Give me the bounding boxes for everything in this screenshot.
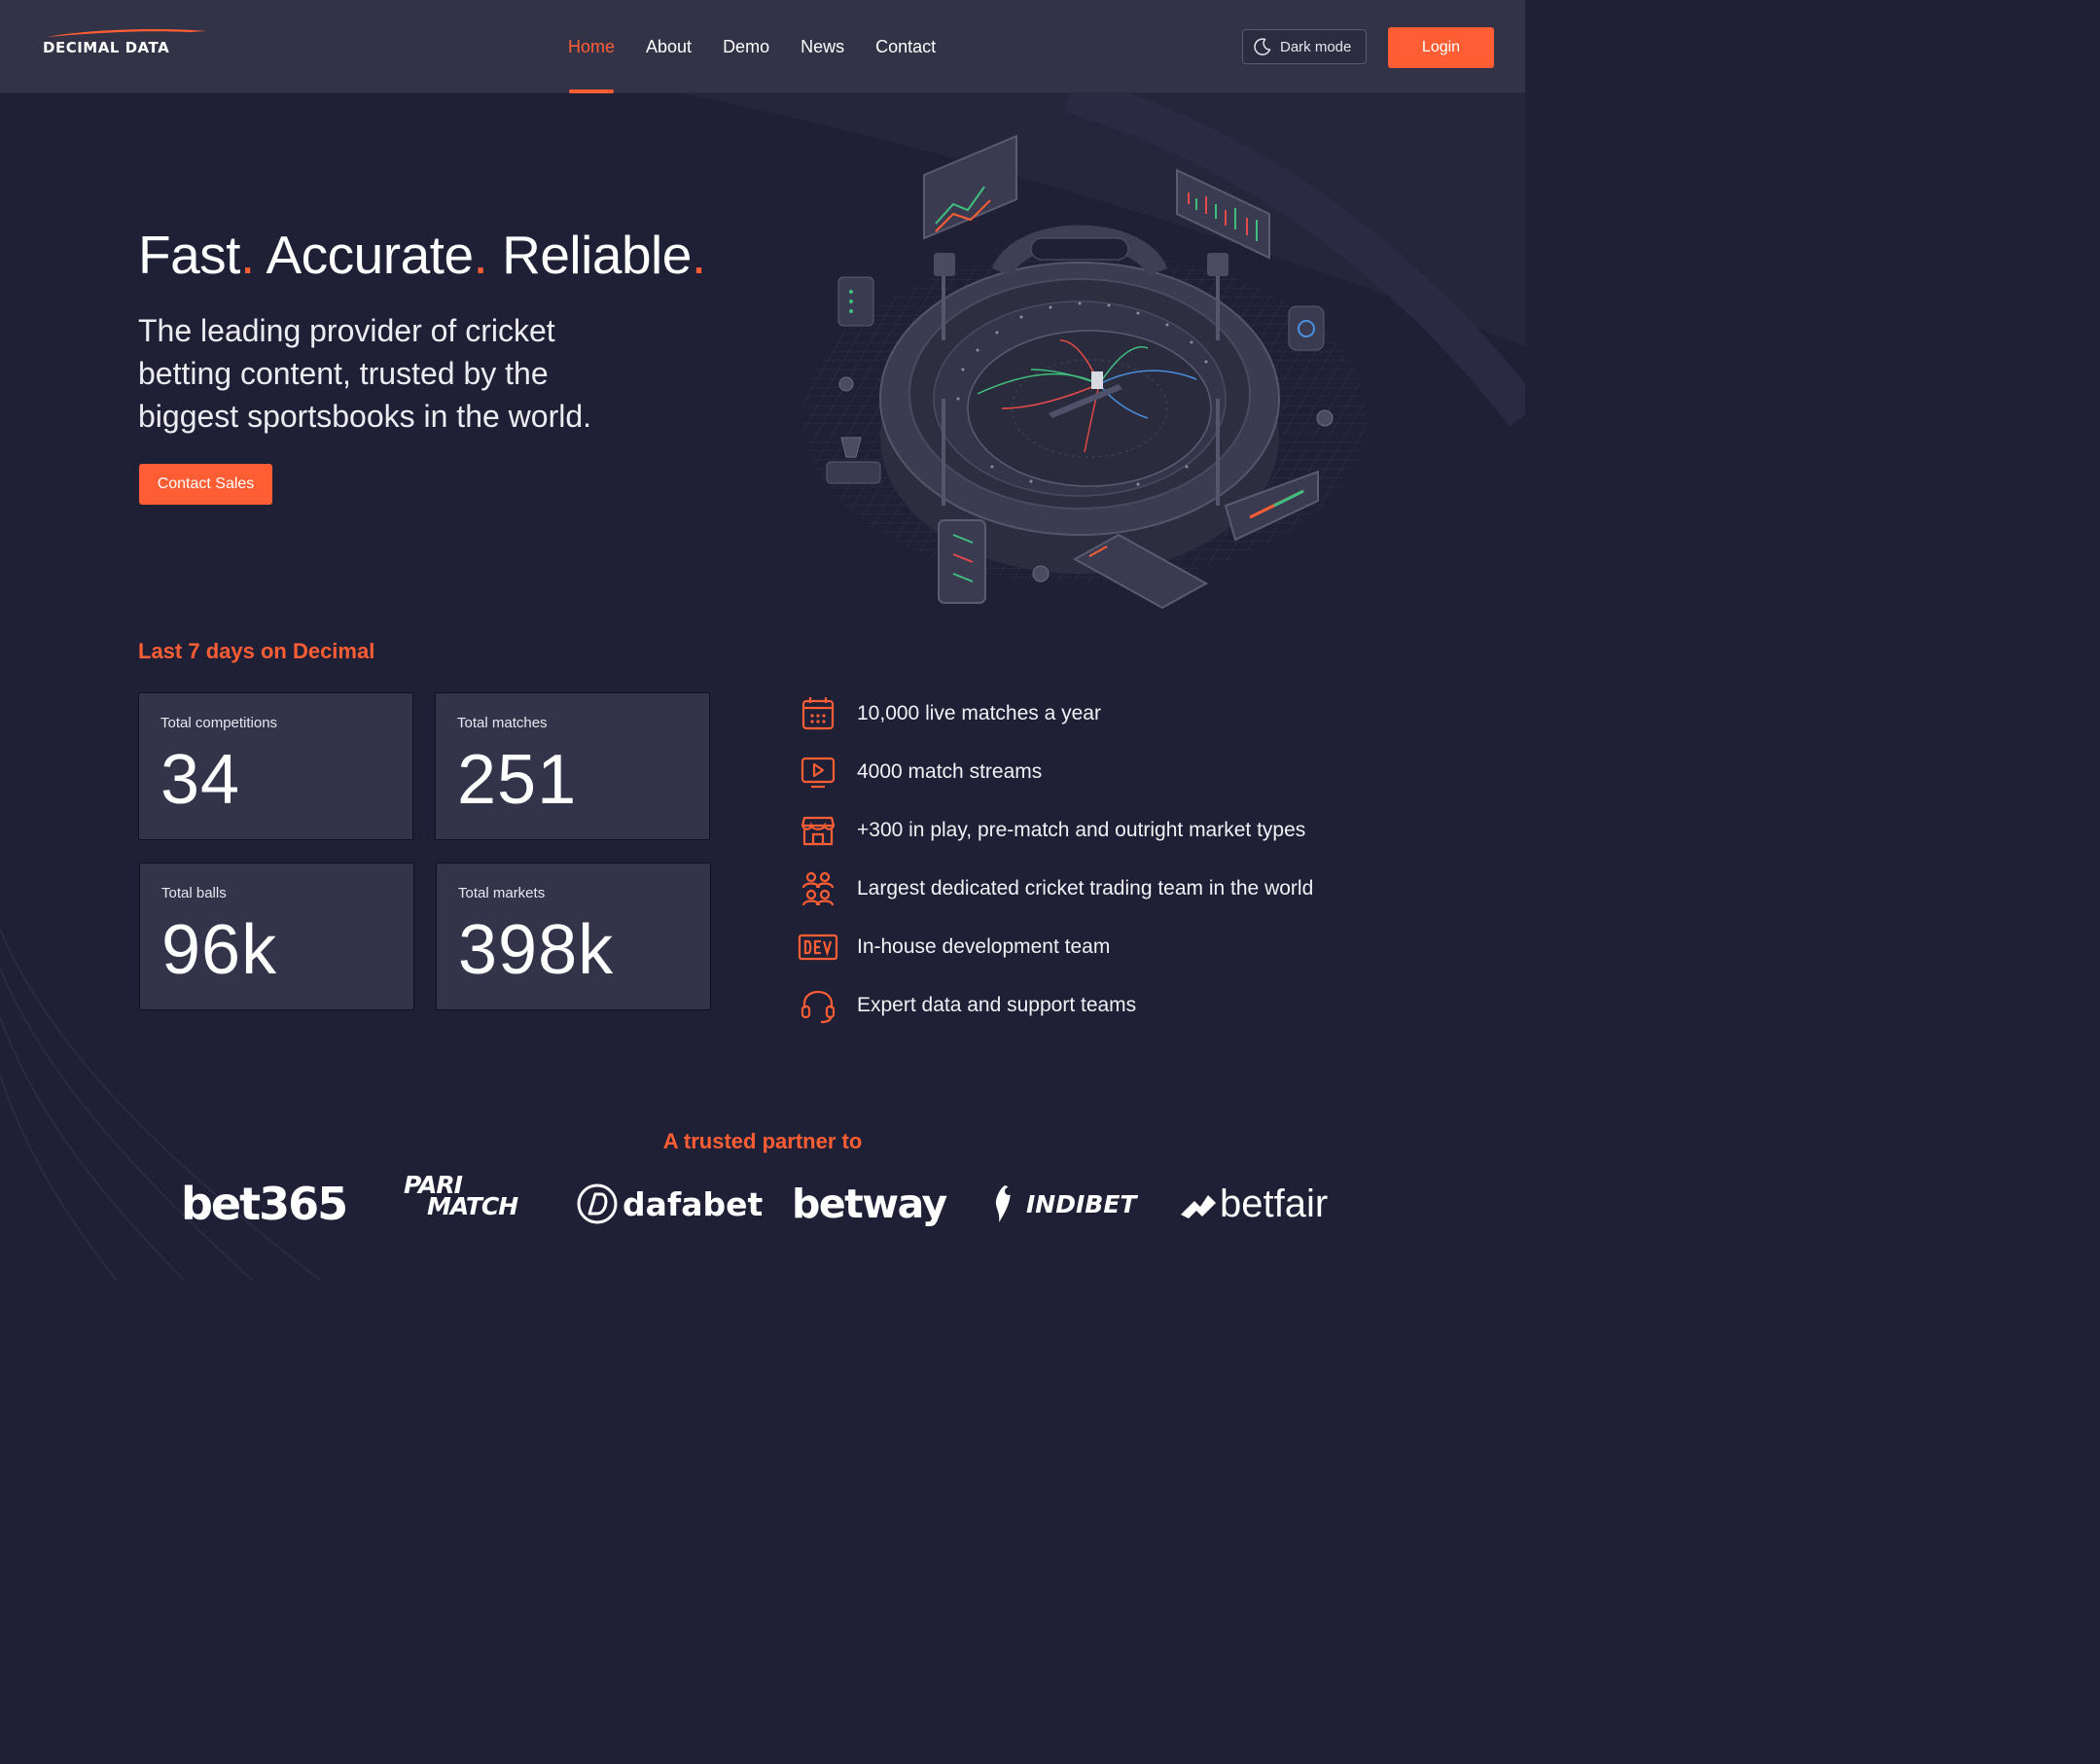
partner-logo-text: betway bbox=[792, 1181, 947, 1227]
stats-heading: Last 7 days on Decimal bbox=[138, 639, 375, 663]
stat-value: 251 bbox=[457, 741, 578, 819]
stat-card-competitions: Total competitions 34 bbox=[138, 692, 413, 840]
stat-value: 96k bbox=[161, 911, 278, 989]
hero-title-word-3: Reliable bbox=[502, 225, 692, 285]
betfair-arrow-icon bbox=[1181, 1195, 1216, 1218]
hero-title-dot: . bbox=[473, 225, 488, 285]
stat-label: Total balls bbox=[161, 885, 227, 901]
partner-logo-indibet[interactable]: INDIBET bbox=[985, 1175, 1136, 1233]
stat-card-markets: Total markets 398k bbox=[436, 863, 711, 1010]
feature-item: 4000 match streams bbox=[798, 749, 1042, 795]
feature-text: +300 in play, pre-match and outright mar… bbox=[857, 819, 1306, 841]
stat-label: Total matches bbox=[457, 715, 548, 731]
feature-item: Largest dedicated cricket trading team i… bbox=[798, 865, 1313, 912]
feature-item: Expert data and support teams bbox=[798, 982, 1136, 1029]
headset-icon bbox=[798, 985, 838, 1026]
video-play-icon bbox=[798, 752, 838, 793]
partner-logo-text: betfair bbox=[1220, 1182, 1329, 1225]
feature-text: Expert data and support teams bbox=[857, 994, 1137, 1016]
logo-text: DECIMAL DATA bbox=[43, 39, 170, 56]
stat-card-balls: Total balls 96k bbox=[139, 863, 414, 1010]
feature-item: In-house development team bbox=[798, 924, 1110, 970]
partner-logo-dafabet[interactable]: dafabet bbox=[576, 1175, 763, 1233]
partner-logo-text: INDIBET bbox=[1026, 1189, 1137, 1218]
decimal-data-logo[interactable]: DECIMAL DATA bbox=[43, 27, 210, 58]
storefront-icon bbox=[798, 810, 838, 851]
partner-logo-text: bet365 bbox=[181, 1178, 348, 1230]
stat-card-matches: Total matches 251 bbox=[435, 692, 710, 840]
main-nav: Home About Demo News Contact bbox=[552, 0, 951, 93]
logo-swoosh-icon bbox=[47, 29, 206, 37]
hero-title-word-1: Fast bbox=[138, 225, 240, 285]
stat-label: Total markets bbox=[458, 885, 546, 901]
hero-subtitle: The leading provider of cricket betting … bbox=[138, 313, 592, 434]
feature-text: 4000 match streams bbox=[857, 760, 1043, 783]
cricket-stadium-illustration bbox=[802, 134, 1367, 610]
dev-icon bbox=[798, 927, 838, 968]
feature-text: Largest dedicated cricket trading team i… bbox=[857, 877, 1314, 900]
feature-text: In-house development team bbox=[857, 935, 1111, 958]
feature-item: 10,000 live matches a year bbox=[798, 690, 1101, 737]
dark-mode-toggle[interactable]: Dark mode bbox=[1242, 29, 1367, 64]
partner-logo-bet365[interactable]: bet365 bbox=[181, 1175, 348, 1233]
contact-sales-button[interactable]: Contact Sales bbox=[139, 464, 272, 505]
hero-title-dot: . bbox=[691, 225, 706, 285]
nav-news[interactable]: News bbox=[785, 0, 860, 93]
partner-logo-betway[interactable]: betway bbox=[792, 1175, 947, 1233]
partner-logo-betfair[interactable]: betfair bbox=[1179, 1175, 1328, 1233]
indibet-emblem-icon bbox=[995, 1185, 1013, 1222]
partner-logo-text: dafabet bbox=[623, 1184, 764, 1223]
partner-logo-text: MATCH bbox=[427, 1192, 518, 1220]
nav-demo[interactable]: Demo bbox=[707, 0, 785, 93]
hero-title: Fast. Accurate. Reliable. bbox=[138, 224, 706, 286]
hero-title-word-2: Accurate bbox=[266, 225, 475, 285]
nav-contact[interactable]: Contact bbox=[860, 0, 951, 93]
nav-home[interactable]: Home bbox=[552, 0, 630, 93]
dark-mode-label: Dark mode bbox=[1280, 38, 1352, 55]
moon-icon bbox=[1254, 38, 1271, 55]
feature-item: +300 in play, pre-match and outright mar… bbox=[798, 807, 1305, 854]
hero-title-dot: . bbox=[239, 225, 255, 285]
login-button[interactable]: Login bbox=[1388, 27, 1494, 68]
team-icon bbox=[798, 868, 838, 909]
dafabet-emblem-icon bbox=[577, 1183, 618, 1224]
partners-heading: A trusted partner to bbox=[662, 1129, 863, 1153]
stat-label: Total competitions bbox=[160, 715, 278, 731]
stat-value: 398k bbox=[458, 911, 615, 989]
stat-value: 34 bbox=[160, 741, 241, 819]
partner-logo-parimatch[interactable]: PARI MATCH bbox=[392, 1173, 518, 1233]
feature-text: 10,000 live matches a year bbox=[857, 702, 1101, 724]
top-navbar: DECIMAL DATA Home About Demo News Contac… bbox=[0, 0, 1525, 93]
calendar-icon bbox=[798, 693, 838, 734]
nav-about[interactable]: About bbox=[630, 0, 707, 93]
